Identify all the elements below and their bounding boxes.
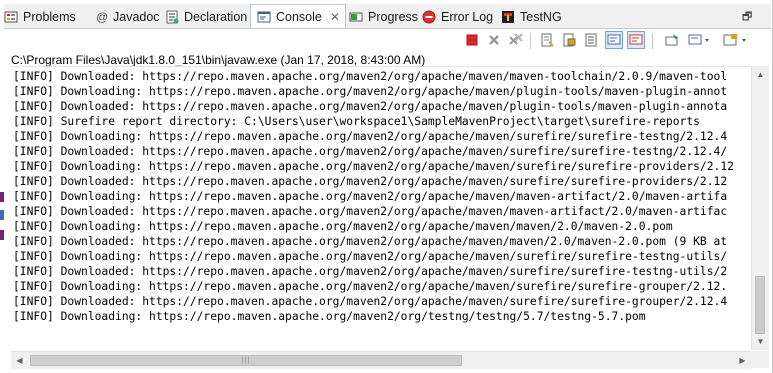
edge-marker [0,230,4,240]
open-console-icon [723,34,746,46]
tab-label: Error Log [441,9,494,24]
console-toolbar [460,31,760,51]
tab-error-log[interactable]: Error Log [422,6,493,27]
show-console-stderr-button[interactable] [627,31,645,49]
console-line: [INFO] Downloading: https://repo.maven.a… [13,250,728,263]
restore-view-button[interactable]: 🗗 [742,8,752,27]
scroll-down-arrow-icon[interactable]: ▼ [752,333,769,350]
display-selected-console-button[interactable] [687,31,713,49]
toolbar-separator [530,33,531,49]
console-line: [INFO] Downloaded: https://repo.maven.ap… [13,265,728,278]
edge-marker [0,192,4,202]
console-line: [INFO] Downloading: https://repo.maven.a… [13,190,728,203]
toolbar-separator [652,33,653,49]
scrollbar-corner [751,351,769,368]
problems-icon [4,10,18,24]
grip-icon: ||| [241,357,251,364]
tab-problems[interactable]: Problems [4,6,76,27]
tab-label: Javadoc [113,9,160,24]
progress-icon [349,10,363,24]
vertical-scroll-thumb[interactable] [755,276,765,334]
horizontal-scroll-thumb[interactable]: ||| [30,355,462,366]
console-line: [INFO] Downloading: https://repo.maven.a… [13,160,734,173]
scroll-up-arrow-icon[interactable]: ▲ [752,66,769,83]
open-console-button[interactable] [722,31,750,49]
console-line: [INFO] Downloaded: https://repo.maven.ap… [13,100,728,113]
clear-console-button[interactable] [538,31,556,49]
horizontal-scrollbar[interactable]: ◀ ||| ▶ [11,351,751,369]
console-output[interactable]: [INFO] Downloaded: https://repo.maven.ap… [11,66,750,351]
testng-icon [501,10,515,24]
console-line: [INFO] Downloading: https://repo.maven.a… [13,130,728,143]
remove-launch-icon [489,35,499,45]
terminate-button[interactable] [463,31,481,49]
scroll-right-arrow-icon[interactable]: ▶ [734,352,751,369]
word-wrap-icon [585,33,597,47]
tab-progress[interactable]: Progress [349,6,418,27]
remove-all-terminated-icon [509,33,523,45]
left-edge-fragment [0,0,6,373]
tab-javadoc[interactable]: @ Javadoc [96,6,160,27]
close-icon[interactable]: ✕ [330,10,340,24]
console-line: [INFO] Surefire report directory: C:\Use… [13,115,700,128]
tab-label: Console [276,9,322,24]
tab-testng[interactable]: TestNG [501,6,562,27]
console-line: [INFO] Downloading: https://repo.maven.a… [13,310,646,323]
console-line: [INFO] Downloading: https://repo.maven.a… [13,85,728,98]
console-icon [257,10,271,24]
word-wrap-button[interactable] [582,31,600,49]
show-console-on-stdout-icon [607,34,621,45]
scroll-left-arrow-icon[interactable]: ◀ [11,352,28,369]
javadoc-at-icon: @ [96,9,109,24]
display-selected-console-icon [688,34,709,45]
console-process-label: C:\Program Files\Java\jdk1.8.0_151\bin\j… [11,53,426,67]
tab-label: Progress [368,9,419,24]
scroll-lock-button[interactable] [560,31,578,49]
console-line: [INFO] Downloaded: https://repo.maven.ap… [13,295,728,308]
tab-label: TestNG [520,9,562,24]
console-line: [INFO] Downloading: https://repo.maven.a… [13,280,728,293]
console-line: [INFO] Downloaded: https://repo.maven.ap… [13,235,728,248]
console-line: [INFO] Downloaded: https://repo.maven.ap… [13,70,728,83]
tab-label: Problems [23,9,76,24]
console-line: [INFO] Downloaded: https://repo.maven.ap… [13,205,728,218]
tab-console[interactable]: Console ✕ [250,4,346,28]
clear-console-icon [541,33,554,47]
edge-marker [0,210,4,220]
remove-all-terminated-button[interactable] [507,31,525,49]
show-console-on-stderr-icon [629,34,643,45]
console-line: [INFO] Downloaded: https://repo.maven.ap… [13,145,728,158]
pin-console-icon [665,34,678,46]
error-log-icon [422,10,436,24]
tab-declaration[interactable]: Declaration [165,6,247,27]
scroll-lock-icon [563,33,576,47]
console-view: Problems @ Javadoc Declaration Console ✕… [0,0,773,373]
show-console-stdout-button[interactable] [605,31,623,49]
console-line: [INFO] Downloading: https://repo.maven.a… [13,220,673,233]
vertical-scrollbar[interactable]: ▲ ▼ [751,66,769,350]
tab-label: Declaration [184,9,248,24]
view-tab-bar: Problems @ Javadoc Declaration Console ✕… [4,4,771,29]
remove-launch-button[interactable] [485,31,503,49]
terminate-icon [466,34,478,46]
declaration-icon [165,10,179,24]
pin-console-button[interactable] [663,31,681,49]
console-line: [INFO] Downloaded: https://repo.maven.ap… [13,175,728,188]
